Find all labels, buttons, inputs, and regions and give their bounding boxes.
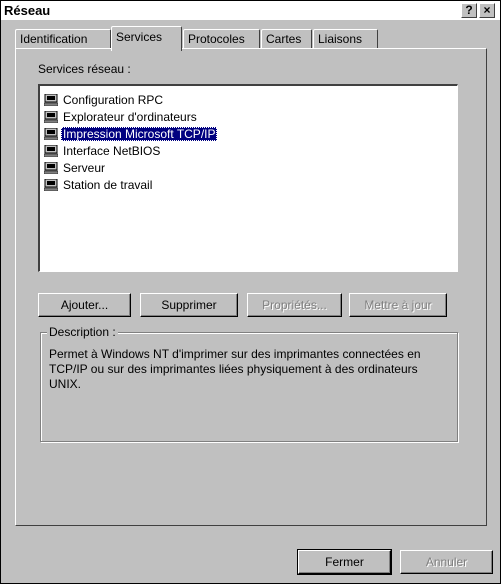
- list-item[interactable]: Serveur: [44, 160, 107, 177]
- description-groupbox: Description : Permet à Windows NT d'impr…: [40, 325, 458, 442]
- list-item-selected[interactable]: Impression Microsoft TCP/IP: [44, 126, 218, 143]
- window-title: Réseau: [4, 3, 51, 18]
- computer-icon: [44, 179, 58, 191]
- tab-label: Liaisons: [318, 32, 363, 46]
- tab-liaisons[interactable]: Liaisons: [313, 29, 378, 49]
- computer-icon: [44, 111, 58, 123]
- services-panel: Services réseau : Configuration RPC Expl…: [15, 48, 487, 526]
- tab-cartes[interactable]: Cartes: [261, 29, 312, 49]
- add-button[interactable]: Ajouter...: [38, 293, 131, 317]
- title-bar: Réseau ? ×: [1, 1, 500, 20]
- help-button[interactable]: ?: [461, 3, 477, 18]
- computer-icon: [44, 145, 58, 157]
- list-item[interactable]: Interface NetBIOS: [44, 143, 162, 160]
- services-label: Services réseau :: [38, 62, 131, 76]
- list-item[interactable]: Configuration RPC: [44, 92, 165, 109]
- network-dialog: Réseau ? × Identification Services Proto…: [0, 0, 501, 584]
- tab-label: Identification: [20, 32, 88, 46]
- cancel-button[interactable]: Annuler: [400, 550, 493, 574]
- update-button[interactable]: Mettre à jour: [349, 293, 447, 317]
- description-text: Permet à Windows NT d'imprimer sur des i…: [49, 347, 421, 391]
- computer-icon: [44, 94, 58, 106]
- services-listbox[interactable]: Configuration RPC Explorateur d'ordinate…: [38, 84, 458, 272]
- tab-services[interactable]: Services: [111, 26, 182, 51]
- list-item[interactable]: Station de travail: [44, 177, 154, 194]
- close-window-button[interactable]: ×: [479, 3, 495, 18]
- tab-label: Cartes: [266, 32, 302, 46]
- description-legend: Description :: [47, 325, 118, 339]
- properties-button[interactable]: Propriétés...: [247, 293, 342, 317]
- list-item[interactable]: Explorateur d'ordinateurs: [44, 109, 199, 126]
- tab-identification[interactable]: Identification: [15, 29, 111, 49]
- computer-icon: [44, 128, 58, 140]
- close-button[interactable]: Fermer: [297, 549, 392, 575]
- tab-protocoles[interactable]: Protocoles: [183, 29, 260, 49]
- computer-icon: [44, 162, 58, 174]
- tab-label: Protocoles: [188, 32, 245, 46]
- tab-label: Services: [116, 30, 163, 44]
- remove-button[interactable]: Supprimer: [140, 293, 238, 317]
